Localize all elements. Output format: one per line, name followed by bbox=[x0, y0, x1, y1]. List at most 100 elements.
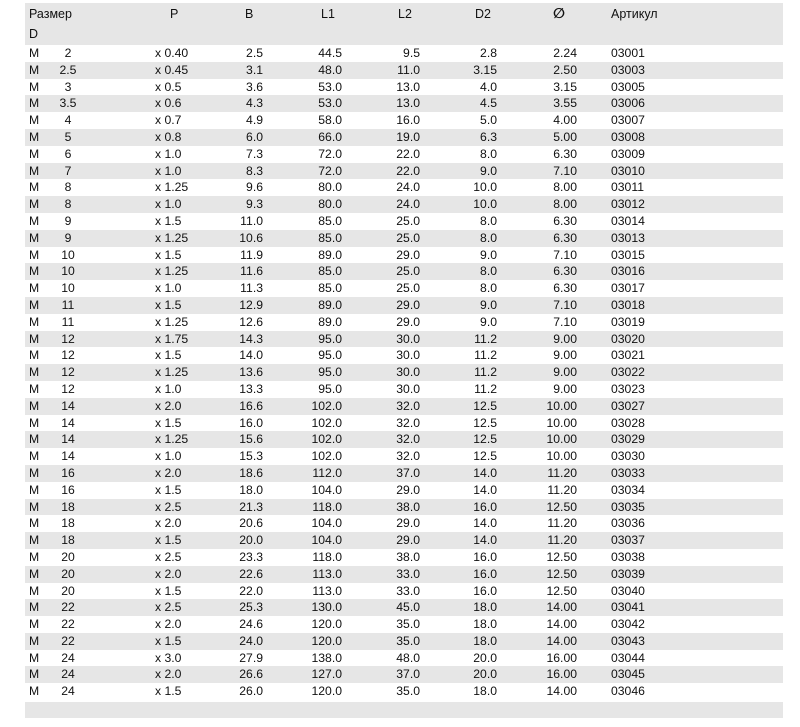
cell-article: 03001 bbox=[611, 46, 645, 60]
cell-d2: 3.15 bbox=[473, 62, 497, 77]
cell-l1: 53.0 bbox=[318, 96, 342, 111]
cell-thread-prefix: M bbox=[29, 684, 40, 699]
cell-l1: 138.0 bbox=[311, 650, 343, 665]
cell-d: 14 bbox=[61, 398, 75, 413]
cell-article: 03017 bbox=[611, 281, 645, 296]
table-row: M 8 x 1.25 9.6 80.0 24.0 10.0 8.00 03011 bbox=[25, 179, 783, 196]
header-p: P bbox=[170, 7, 179, 21]
cell-d: 14 bbox=[61, 415, 75, 430]
cell-d2: 5.0 bbox=[480, 113, 497, 128]
cell-b: 26.6 bbox=[239, 667, 263, 682]
cell-article: 03005 bbox=[611, 79, 645, 94]
cell-d: 22 bbox=[61, 600, 75, 615]
cell-thread-prefix: M bbox=[29, 549, 40, 564]
cell-b: 12.6 bbox=[239, 314, 263, 329]
table-row: M 12 x 1.5 14.0 95.0 30.0 11.2 9.00 03021 bbox=[25, 347, 783, 364]
cell-l2: 30.0 bbox=[396, 365, 420, 380]
cell-article: 03038 bbox=[611, 549, 645, 564]
cell-d2: 8.0 bbox=[480, 146, 497, 161]
cell-thread-prefix: M bbox=[29, 163, 40, 178]
cell-d2: 10.0 bbox=[473, 180, 497, 195]
cell-l2: 38.0 bbox=[396, 549, 420, 564]
cell-l2: 22.0 bbox=[396, 146, 420, 161]
table-row: M 18 x 1.5 20.0 104.0 29.0 14.0 11.20 03037 bbox=[25, 532, 783, 549]
cell-l1: 104.0 bbox=[311, 516, 343, 531]
header-size: Размер bbox=[29, 7, 72, 21]
cell-article: 03030 bbox=[611, 449, 645, 464]
cell-b: 11.3 bbox=[240, 281, 263, 296]
cell-b: 14.0 bbox=[239, 348, 263, 363]
cell-d2: 18.0 bbox=[473, 617, 497, 632]
cell-d: 14 bbox=[61, 432, 75, 447]
table-row: M 14 x 1.25 15.6 102.0 32.0 12.5 10.00 03029 bbox=[25, 431, 783, 449]
cell-l1: 95.0 bbox=[318, 365, 342, 380]
table-row: M 20 x 1.5 22.0 113.0 33.0 16.0 12.50 03040 bbox=[25, 583, 783, 600]
cell-article: 03006 bbox=[611, 96, 645, 111]
cell-diameter: 10.00 bbox=[546, 415, 578, 430]
cell-b: 23.3 bbox=[239, 549, 263, 564]
cell-article: 03042 bbox=[611, 617, 645, 632]
cell-d2: 8.0 bbox=[480, 264, 497, 279]
cell-l2: 37.0 bbox=[396, 465, 420, 480]
cell-diameter: 10.00 bbox=[546, 449, 578, 464]
cell-l1: 89.0 bbox=[318, 247, 342, 262]
cell-diameter: 6.30 bbox=[553, 281, 577, 296]
cell-diameter: 6.30 bbox=[553, 264, 577, 279]
cell-diameter: 4.00 bbox=[553, 113, 577, 128]
cell-p: x 2.5 bbox=[155, 499, 182, 514]
cell-l1: 85.0 bbox=[318, 230, 342, 245]
table-row: M 22 x 2.0 24.6 120.0 35.0 18.0 14.00 03042 bbox=[25, 616, 783, 633]
cell-diameter: 10.00 bbox=[546, 398, 578, 413]
cell-article: 03003 bbox=[611, 62, 645, 77]
cell-p: x 0.5 bbox=[155, 79, 182, 94]
cell-b: 21.3 bbox=[239, 499, 263, 514]
table-row: M 18 x 2.0 20.6 104.0 29.0 14.0 11.20 03036 bbox=[25, 515, 783, 532]
cell-l1: 85.0 bbox=[318, 281, 342, 296]
cell-d2: 8.0 bbox=[480, 230, 497, 245]
cell-p: x 0.45 bbox=[155, 62, 189, 77]
cell-p: x 1.5 bbox=[155, 583, 182, 598]
cell-l2: 25.0 bbox=[396, 264, 420, 279]
cell-diameter: 9.00 bbox=[553, 381, 577, 396]
table-row: M 9 x 1.25 10.6 85.0 25.0 8.0 6.30 03013 bbox=[25, 229, 783, 247]
cell-l1: 120.0 bbox=[311, 617, 343, 632]
cell-l2: 25.0 bbox=[396, 230, 420, 245]
cell-l2: 35.0 bbox=[396, 617, 420, 632]
cell-l2: 13.0 bbox=[396, 79, 420, 94]
spec-table: Размер D P B L1 L2 D2 ∅ Артикул M 2 x 0.40… bbox=[25, 3, 783, 719]
cell-d: 4 bbox=[64, 113, 72, 128]
table-row: M 7 x 1.0 8.3 72.0 22.0 9.0 7.10 03010 bbox=[25, 162, 783, 180]
cell-l2: 25.0 bbox=[396, 281, 420, 296]
cell-diameter: 11.20 bbox=[547, 533, 577, 548]
cell-l2: 30.0 bbox=[396, 381, 420, 396]
cell-l2: 29.0 bbox=[396, 247, 420, 262]
table-row: M 20 x 2.5 23.3 118.0 38.0 16.0 12.50 03038 bbox=[25, 549, 783, 566]
cell-l2: 24.0 bbox=[396, 197, 420, 212]
cell-b: 24.6 bbox=[239, 617, 263, 632]
cell-d: 18 bbox=[61, 516, 75, 531]
cell-p: x 2.0 bbox=[155, 398, 182, 413]
cell-thread-prefix: M bbox=[29, 617, 40, 632]
cell-b: 16.6 bbox=[239, 398, 263, 413]
cell-l2: 30.0 bbox=[396, 331, 420, 346]
cell-article: 03027 bbox=[611, 398, 645, 413]
cell-diameter: 11.20 bbox=[547, 465, 577, 480]
cell-d2: 9.0 bbox=[480, 247, 497, 262]
cell-article: 03040 bbox=[611, 583, 645, 598]
cell-article: 03014 bbox=[611, 213, 645, 228]
table-row: M 22 x 2.5 25.3 130.0 45.0 18.0 14.00 03041 bbox=[25, 599, 783, 617]
cell-article: 03046 bbox=[611, 684, 645, 699]
cell-article: 03044 bbox=[611, 650, 645, 665]
cell-d2: 16.0 bbox=[473, 549, 497, 564]
cell-d: 24 bbox=[61, 684, 75, 699]
cell-p: x 1.5 bbox=[155, 533, 182, 548]
cell-b: 18.0 bbox=[239, 482, 263, 497]
cell-d: 7 bbox=[64, 163, 72, 178]
cell-d2: 6.3 bbox=[480, 129, 497, 144]
cell-diameter: 2.50 bbox=[553, 62, 577, 77]
cell-d2: 11.2 bbox=[474, 365, 497, 380]
cell-diameter: 6.30 bbox=[553, 213, 577, 228]
cell-b: 13.3 bbox=[239, 381, 263, 396]
cell-thread-prefix: M bbox=[29, 365, 40, 380]
cell-thread-prefix: M bbox=[29, 331, 40, 346]
